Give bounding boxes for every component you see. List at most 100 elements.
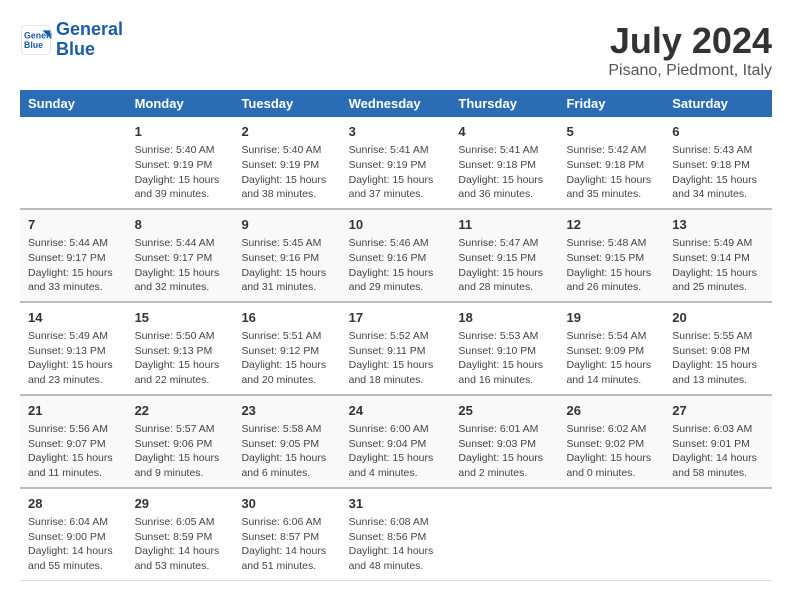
day-info: Sunrise: 6:02 AM Sunset: 9:02 PM Dayligh…: [566, 422, 656, 481]
calendar-cell: 8 Sunrise: 5:44 AM Sunset: 9:17 PM Daylig…: [127, 209, 234, 302]
col-header-sunday: Sunday: [20, 90, 127, 117]
week-row-4: 21Sunrise: 5:56 AM Sunset: 9:07 PM Dayli…: [20, 395, 772, 488]
day-info: Sunrise: 6:03 AM Sunset: 9:01 PM Dayligh…: [672, 422, 764, 481]
day-info: Sunrise: 5:50 AM Sunset: 9:13 PM Dayligh…: [135, 329, 226, 388]
calendar-cell: 30 Sunrise: 6:06 AM Sunset: 8:57 PM Dayli…: [233, 488, 340, 580]
day-number: 17: [349, 309, 443, 327]
day-info: Sunrise: 6:06 AM Sunset: 8:57 PM Dayligh…: [241, 515, 332, 574]
calendar-cell: [664, 488, 772, 580]
header-row: SundayMondayTuesdayWednesdayThursdayFrid…: [20, 90, 772, 117]
day-info: Sunrise: 5:46 AM Sunset: 9:16 PM Dayligh…: [349, 236, 443, 295]
calendar-table: SundayMondayTuesdayWednesdayThursdayFrid…: [20, 90, 772, 581]
day-info: Sunrise: 5:45 AM Sunset: 9:16 PM Dayligh…: [241, 236, 332, 295]
day-info: Sunrise: 6:08 AM Sunset: 8:56 PM Dayligh…: [349, 515, 443, 574]
calendar-cell: [558, 488, 664, 580]
day-info: Sunrise: 5:42 AM Sunset: 9:18 PM Dayligh…: [566, 143, 656, 202]
day-info: Sunrise: 6:00 AM Sunset: 9:04 PM Dayligh…: [349, 422, 443, 481]
calendar-cell: 3 Sunrise: 5:41 AM Sunset: 9:19 PM Daylig…: [341, 117, 451, 209]
page-header: General Blue General Blue July 2024 Pisa…: [20, 20, 772, 80]
day-info: Sunrise: 5:49 AM Sunset: 9:14 PM Dayligh…: [672, 236, 764, 295]
calendar-cell: 9 Sunrise: 5:45 AM Sunset: 9:16 PM Daylig…: [233, 209, 340, 302]
day-number: 29: [135, 495, 226, 513]
calendar-cell: 23Sunrise: 5:58 AM Sunset: 9:05 PM Dayli…: [233, 395, 340, 488]
day-info: Sunrise: 5:49 AM Sunset: 9:13 PM Dayligh…: [28, 329, 119, 388]
day-info: Sunrise: 5:41 AM Sunset: 9:19 PM Dayligh…: [349, 143, 443, 202]
day-info: Sunrise: 5:44 AM Sunset: 9:17 PM Dayligh…: [28, 236, 119, 295]
calendar-cell: 26 Sunrise: 6:02 AM Sunset: 9:02 PM Dayli…: [558, 395, 664, 488]
calendar-cell: 2 Sunrise: 5:40 AM Sunset: 9:19 PM Daylig…: [233, 117, 340, 209]
calendar-cell: 28Sunrise: 6:04 AM Sunset: 9:00 PM Dayli…: [20, 488, 127, 580]
day-number: 13: [672, 216, 764, 234]
day-number: 6: [672, 123, 764, 141]
day-number: 3: [349, 123, 443, 141]
day-number: 20: [672, 309, 764, 327]
day-info: Sunrise: 5:54 AM Sunset: 9:09 PM Dayligh…: [566, 329, 656, 388]
calendar-cell: 4 Sunrise: 5:41 AM Sunset: 9:18 PM Daylig…: [450, 117, 558, 209]
logo-icon: General Blue: [20, 24, 52, 56]
calendar-cell: 20Sunrise: 5:55 AM Sunset: 9:08 PM Dayli…: [664, 302, 772, 395]
day-number: 4: [458, 123, 550, 141]
calendar-cell: 31 Sunrise: 6:08 AM Sunset: 8:56 PM Dayli…: [341, 488, 451, 580]
day-info: Sunrise: 5:40 AM Sunset: 9:19 PM Dayligh…: [135, 143, 226, 202]
day-info: Sunrise: 5:51 AM Sunset: 9:12 PM Dayligh…: [241, 329, 332, 388]
calendar-cell: 25Sunrise: 6:01 AM Sunset: 9:03 PM Dayli…: [450, 395, 558, 488]
col-header-thursday: Thursday: [450, 90, 558, 117]
col-header-monday: Monday: [127, 90, 234, 117]
calendar-cell: 14 Sunrise: 5:49 AM Sunset: 9:13 PM Dayli…: [20, 302, 127, 395]
day-number: 22: [135, 402, 226, 420]
day-info: Sunrise: 6:04 AM Sunset: 9:00 PM Dayligh…: [28, 515, 119, 574]
day-info: Sunrise: 5:43 AM Sunset: 9:18 PM Dayligh…: [672, 143, 764, 202]
calendar-cell: 10 Sunrise: 5:46 AM Sunset: 9:16 PM Dayli…: [341, 209, 451, 302]
day-info: Sunrise: 5:48 AM Sunset: 9:15 PM Dayligh…: [566, 236, 656, 295]
calendar-cell: 19 Sunrise: 5:54 AM Sunset: 9:09 PM Dayli…: [558, 302, 664, 395]
col-header-saturday: Saturday: [664, 90, 772, 117]
day-number: 18: [458, 309, 550, 327]
month-year: July 2024: [608, 20, 772, 62]
calendar-cell: 16 Sunrise: 5:51 AM Sunset: 9:12 PM Dayli…: [233, 302, 340, 395]
col-header-tuesday: Tuesday: [233, 90, 340, 117]
day-info: Sunrise: 5:41 AM Sunset: 9:18 PM Dayligh…: [458, 143, 550, 202]
logo-text: General Blue: [56, 20, 123, 60]
day-number: 30: [241, 495, 332, 513]
calendar-cell: 17 Sunrise: 5:52 AM Sunset: 9:11 PM Dayli…: [341, 302, 451, 395]
day-number: 2: [241, 123, 332, 141]
calendar-cell: 29Sunrise: 6:05 AM Sunset: 8:59 PM Dayli…: [127, 488, 234, 580]
calendar-cell: 1Sunrise: 5:40 AM Sunset: 9:19 PM Daylig…: [127, 117, 234, 209]
calendar-cell: 7Sunrise: 5:44 AM Sunset: 9:17 PM Daylig…: [20, 209, 127, 302]
day-number: 8: [135, 216, 226, 234]
calendar-cell: [20, 117, 127, 209]
day-number: 5: [566, 123, 656, 141]
week-row-5: 28Sunrise: 6:04 AM Sunset: 9:00 PM Dayli…: [20, 488, 772, 580]
day-info: Sunrise: 5:52 AM Sunset: 9:11 PM Dayligh…: [349, 329, 443, 388]
day-number: 31: [349, 495, 443, 513]
day-number: 11: [458, 216, 550, 234]
location: Pisano, Piedmont, Italy: [608, 62, 772, 80]
day-info: Sunrise: 5:40 AM Sunset: 9:19 PM Dayligh…: [241, 143, 332, 202]
week-row-1: 1Sunrise: 5:40 AM Sunset: 9:19 PM Daylig…: [20, 117, 772, 209]
svg-text:Blue: Blue: [24, 40, 43, 50]
day-number: 26: [566, 402, 656, 420]
title-block: July 2024 Pisano, Piedmont, Italy: [608, 20, 772, 80]
calendar-cell: 22Sunrise: 5:57 AM Sunset: 9:06 PM Dayli…: [127, 395, 234, 488]
week-row-2: 7Sunrise: 5:44 AM Sunset: 9:17 PM Daylig…: [20, 209, 772, 302]
day-number: 27: [672, 402, 764, 420]
day-number: 10: [349, 216, 443, 234]
day-number: 24: [349, 402, 443, 420]
calendar-cell: 6 Sunrise: 5:43 AM Sunset: 9:18 PM Daylig…: [664, 117, 772, 209]
day-number: 19: [566, 309, 656, 327]
day-number: 15: [135, 309, 226, 327]
calendar-cell: 15 Sunrise: 5:50 AM Sunset: 9:13 PM Dayli…: [127, 302, 234, 395]
day-number: 16: [241, 309, 332, 327]
col-header-friday: Friday: [558, 90, 664, 117]
calendar-cell: 13 Sunrise: 5:49 AM Sunset: 9:14 PM Dayli…: [664, 209, 772, 302]
day-number: 14: [28, 309, 119, 327]
day-number: 9: [241, 216, 332, 234]
day-info: Sunrise: 5:44 AM Sunset: 9:17 PM Dayligh…: [135, 236, 226, 295]
week-row-3: 14 Sunrise: 5:49 AM Sunset: 9:13 PM Dayli…: [20, 302, 772, 395]
day-number: 12: [566, 216, 656, 234]
day-info: Sunrise: 5:47 AM Sunset: 9:15 PM Dayligh…: [458, 236, 550, 295]
calendar-cell: 12 Sunrise: 5:48 AM Sunset: 9:15 PM Dayli…: [558, 209, 664, 302]
day-number: 21: [28, 402, 119, 420]
logo: General Blue General Blue: [20, 20, 123, 60]
day-number: 23: [241, 402, 332, 420]
